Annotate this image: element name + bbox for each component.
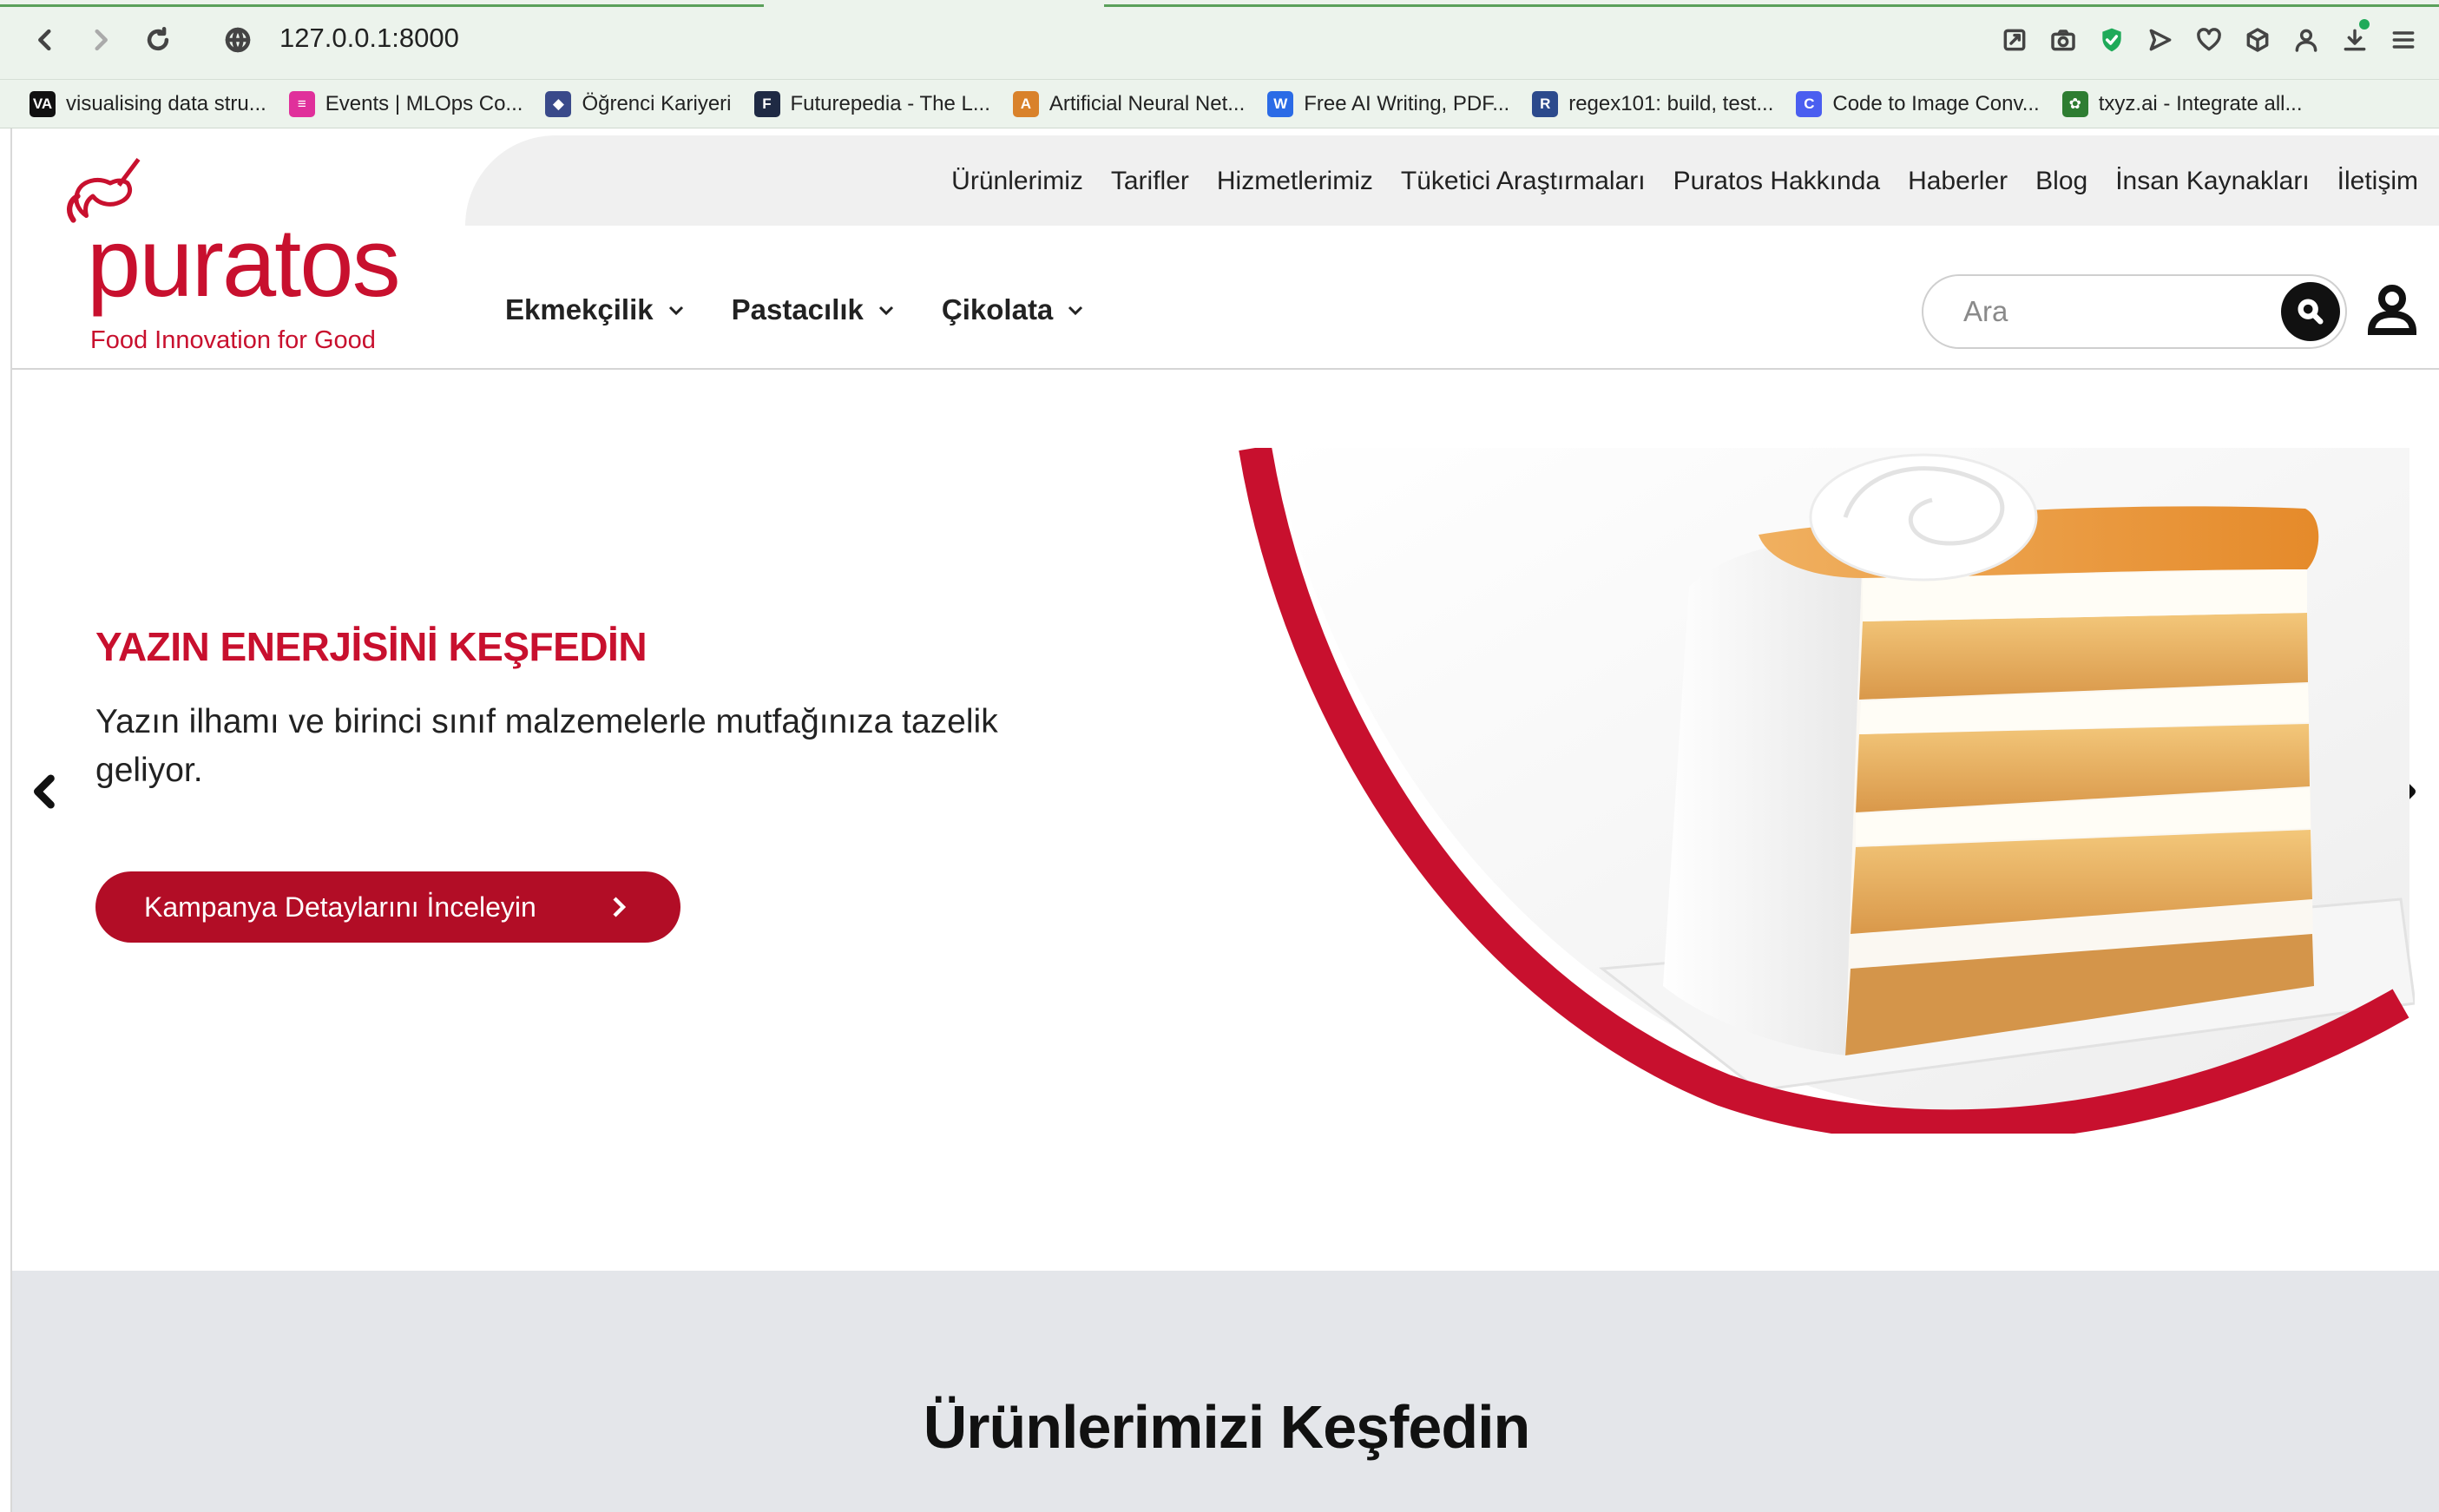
txyz-icon: ✿ (2061, 90, 2088, 117)
campaign-details-label: Kampanya Detaylarını İnceleyin (144, 891, 536, 923)
forward-button[interactable] (80, 19, 122, 61)
edit-page-icon[interactable] (1996, 19, 2033, 61)
bookmark-label: Code to Image Conv... (1832, 91, 2040, 115)
main-nav-patisserie[interactable]: Pastacılık (732, 293, 897, 326)
bookmark-item[interactable]: C Code to Image Conv... (1796, 90, 2040, 117)
bookmark-label: visualising data stru... (66, 91, 266, 115)
bookmark-item[interactable]: W Free AI Writing, PDF... (1267, 90, 1510, 117)
bookmark-label: Events | MLOps Co... (325, 91, 523, 115)
bookmark-item[interactable]: ≡ Events | MLOps Co... (288, 90, 523, 117)
reload-icon (147, 26, 169, 51)
chevron-down-icon (1068, 306, 1083, 316)
code-image-icon: C (1796, 90, 1823, 117)
top-nav-products[interactable]: Ürünlerimiz (951, 167, 1083, 196)
main-nav-bakery[interactable]: Ekmekçilik (505, 293, 687, 326)
web-page: puratos Food Innovation for Good Ürünler… (10, 128, 2439, 1512)
ai-writing-icon: W (1267, 90, 1294, 117)
search-icon (2298, 299, 2324, 325)
bookmark-item[interactable]: VA visualising data stru... (30, 90, 266, 117)
box-icon[interactable] (2239, 19, 2276, 61)
bookmark-item[interactable]: A Artificial Neural Net... (1012, 90, 1246, 117)
va-icon: VA (30, 90, 56, 117)
main-nav-label: Çikolata (941, 293, 1054, 325)
camera-icon[interactable] (2045, 19, 2081, 61)
top-nav-hr[interactable]: İnsan Kaynakları (2115, 167, 2309, 196)
security-shield-icon[interactable] (2094, 19, 2130, 61)
products-section: Ürünlerimizi Keşfedin (12, 1271, 2439, 1512)
menu-icon[interactable] (2385, 19, 2422, 61)
top-nav-news[interactable]: Haberler (1908, 167, 2008, 196)
logo-tagline: Food Innovation for Good (90, 326, 376, 354)
shield-icon: ◆ (545, 90, 572, 117)
top-nav-recipes[interactable]: Tarifler (1111, 167, 1189, 196)
chevron-left-icon (33, 774, 55, 809)
bookmark-item[interactable]: F Futurepedia - The L... (753, 90, 990, 117)
hero-kicker: YAZIN ENERJİSİNİ KEŞFEDİN (95, 624, 648, 669)
mlops-icon: ≡ (288, 90, 315, 117)
bookmark-item[interactable]: Rregex101: build, test... (1532, 90, 1774, 117)
tab-indicator (0, 0, 764, 7)
site-header: puratos Food Innovation for Good Ürünler… (12, 128, 2439, 370)
bookmark-label: Futurepedia - The L... (790, 91, 990, 115)
forward-icon (95, 29, 108, 51)
campaign-details-button[interactable]: Kampanya Detaylarını İnceleyin (95, 871, 680, 943)
bookmark-item[interactable]: ✿ txyz.ai - Integrate all... (2061, 90, 2303, 117)
extension-toolbar (1996, 19, 2422, 61)
tab-indicator (1104, 0, 2439, 7)
browser-toolbar: 127.0.0.1:8000 (0, 0, 2439, 80)
bookmark-label: Free AI Writing, PDF... (1304, 91, 1510, 115)
chevron-right-icon (613, 897, 627, 917)
hero-description: Yazın ilhamı ve birinci sınıf malzemeler… (95, 703, 998, 789)
main-nav: Ekmekçilik Pastacılık Çikolata (505, 293, 1086, 326)
chevron-down-icon (668, 306, 683, 316)
globe-icon (225, 27, 251, 53)
bookmark-label: regex101: build, test... (1568, 91, 1774, 115)
profile-icon[interactable] (2288, 19, 2324, 61)
bookmark-label: Öğrenci Kariyeri (582, 91, 732, 115)
search-input[interactable] (1963, 292, 2276, 332)
back-button[interactable] (24, 19, 66, 61)
user-icon (2367, 285, 2417, 335)
top-nav-about[interactable]: Puratos Hakkında (1673, 167, 1880, 196)
bookmark-item[interactable]: ◆ Öğrenci Kariyeri (545, 90, 732, 117)
cake-slice-image (1239, 448, 2415, 1134)
address-bar[interactable]: 127.0.0.1:8000 (279, 23, 459, 54)
top-nav-services[interactable]: Hizmetlerimiz (1217, 167, 1373, 196)
slider-prev-button[interactable] (23, 769, 68, 814)
main-nav-label: Ekmekçilik (505, 293, 654, 325)
reload-button[interactable] (137, 19, 179, 61)
chevron-down-icon (878, 306, 893, 316)
top-nav-consumer-research[interactable]: Tüketici Araştırmaları (1401, 167, 1646, 196)
main-nav-chocolate[interactable]: Çikolata (942, 293, 1086, 326)
puratos-logo[interactable]: puratos Food Innovation for Good (54, 153, 401, 354)
back-icon (38, 29, 51, 51)
top-nav-contact[interactable]: İletişim (2337, 167, 2418, 196)
bookmark-label: Artificial Neural Net... (1049, 91, 1246, 115)
bookmark-label: txyz.ai - Integrate all... (2098, 91, 2303, 115)
account-button[interactable] (2364, 281, 2420, 337)
futurepedia-icon: F (753, 90, 780, 117)
site-info-button[interactable] (217, 19, 259, 61)
hero-slider: YAZIN ENERJİSİNİ KEŞFEDİN Yazın ilhamı v… (12, 370, 2439, 1269)
search-button[interactable] (2281, 282, 2340, 341)
regex-icon: R (1532, 90, 1559, 117)
bookmarks-bar: VA visualising data stru... ≡ Events | MLOp… (0, 80, 2439, 128)
neural-net-icon: A (1012, 90, 1039, 117)
send-icon[interactable] (2142, 19, 2179, 61)
search-box (1922, 274, 2347, 349)
main-nav-label: Pastacılık (731, 293, 864, 325)
top-nav-blog[interactable]: Blog (2035, 167, 2087, 196)
logo-wordmark: puratos (87, 208, 401, 317)
products-title: Ürünlerimizi Keşfedin (923, 1393, 1531, 1461)
heart-icon[interactable] (2191, 19, 2227, 61)
top-nav: Ürünlerimiz Tarifler Hizmetlerimiz Tüket… (951, 167, 2418, 196)
download-icon[interactable] (2337, 19, 2373, 61)
